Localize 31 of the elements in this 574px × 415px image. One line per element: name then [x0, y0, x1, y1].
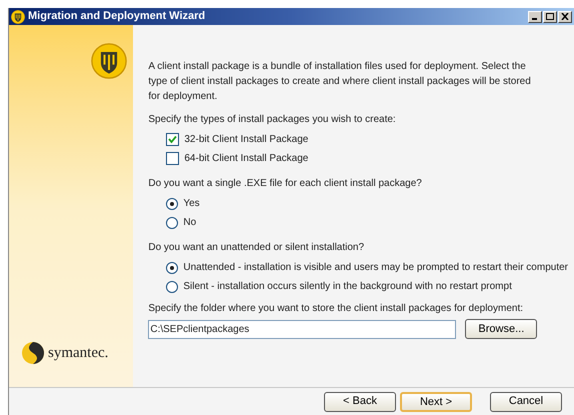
question-label: Do you want a single .EXE file for each client install package? — [148, 177, 423, 191]
brand-name: symantec. — [48, 344, 108, 363]
option-label: 64-bit Client Install Package — [184, 152, 308, 166]
intro-text: A client install package is a bundle of installation files used for deployment. Select the type of client install packages to create and where client install packages will be stored for deployment. — [148, 60, 532, 104]
wizard-button[interactable]: < Back — [324, 392, 396, 412]
question-label: Specify the types of install packages you wish to create: — [148, 113, 397, 127]
radio-button[interactable] — [166, 262, 178, 274]
wizard-button[interactable]: Browse... — [465, 319, 538, 339]
checkbox[interactable] — [166, 152, 180, 165]
radio-button[interactable] — [166, 198, 178, 210]
radio-button[interactable] — [166, 280, 178, 292]
wizard-button[interactable]: Cancel — [490, 392, 562, 412]
option-label: 32-bit Client Install Package — [184, 133, 308, 147]
radio-button[interactable] — [166, 216, 178, 228]
close-icon[interactable] — [558, 10, 572, 22]
app-shield-icon — [11, 10, 25, 24]
option-label: Silent - installation occurs silently in the background with no restart prompt — [183, 280, 512, 294]
checkbox[interactable] — [166, 133, 180, 146]
checkmark-icon — [168, 135, 178, 144]
folder-field[interactable]: C:\SEPclientpackages — [148, 320, 456, 338]
folder-label: Specify the folder where you want to store the client install packages for deployment: — [148, 302, 524, 316]
brand-logo-icon — [21, 341, 45, 365]
option-label: Yes — [183, 197, 200, 211]
question-label: Do you want an unattended or silent installation? — [148, 241, 366, 255]
option-label: Unattended - installation is visible and users may be prompted to restart their computer — [183, 261, 568, 275]
shield-logo-icon — [91, 43, 128, 79]
minimize-icon[interactable] — [528, 10, 542, 22]
maximize-icon[interactable] — [543, 10, 557, 22]
window-title: Migration and Deployment Wizard — [28, 9, 206, 24]
wizard-button[interactable]: Next > — [400, 392, 472, 412]
option-label: No — [183, 216, 196, 230]
